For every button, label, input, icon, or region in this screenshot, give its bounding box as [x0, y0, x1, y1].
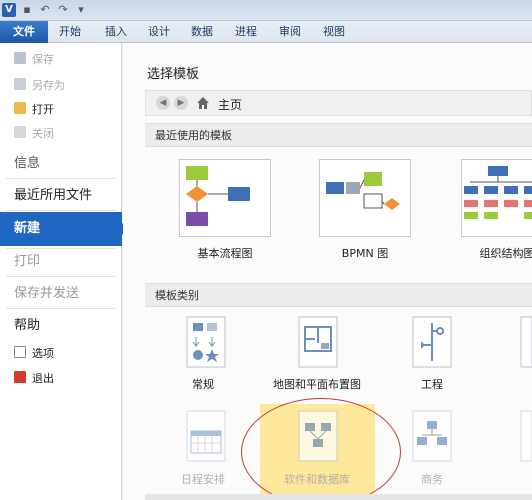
breadcrumb-home[interactable]: 主页: [218, 96, 242, 113]
nav-share[interactable]: 保存并发送: [0, 281, 122, 307]
nav-close[interactable]: 关闭: [0, 121, 122, 147]
template-gallery: 选择模板 ◀ ▶ 主页 最近使用的模板 基本流程图 BPMN 图 组织结构图 模…: [123, 43, 532, 500]
next-category-icon[interactable]: [519, 409, 532, 463]
nav-new[interactable]: 新建: [0, 212, 128, 246]
nav-save-as-label: 另存为: [32, 79, 65, 92]
nav-options-label: 选项: [32, 347, 54, 360]
category-label-maps-floorplans[interactable]: 地图和平面布置图: [257, 376, 377, 392]
save-as-icon: [14, 78, 26, 90]
general-category-icon[interactable]: [181, 315, 231, 369]
redo-icon[interactable]: ↷: [56, 3, 70, 17]
forward-icon[interactable]: ▶: [174, 96, 188, 110]
recent-label-org-chart[interactable]: 组织结构图: [447, 245, 532, 261]
visio-app-icon[interactable]: V: [2, 3, 16, 17]
nav-info[interactable]: 信息: [0, 151, 122, 177]
nav-exit[interactable]: 退出: [0, 366, 122, 392]
nav-open-label: 打开: [32, 103, 54, 116]
tab-review[interactable]: 审阅: [274, 21, 306, 43]
nav-recent[interactable]: 最近所用文件: [0, 183, 122, 209]
recent-template-basic-flowchart[interactable]: [179, 159, 271, 237]
save-icon[interactable]: ▪: [20, 3, 34, 17]
nav-divider: [6, 276, 116, 277]
nav-help[interactable]: 帮助: [0, 313, 122, 339]
nav-divider: [6, 210, 116, 211]
engineering-category-icon[interactable]: [407, 315, 457, 369]
breadcrumb: ◀ ▶ 主页: [145, 90, 532, 116]
category-label-schedule[interactable]: 日程安排: [143, 471, 263, 487]
org-chart-thumbnail-icon: [464, 166, 532, 219]
recent-templates-header: 最近使用的模板: [145, 123, 532, 147]
backstage-nav: 保存 另存为 打开 关闭 信息 最近所用文件 新建 打印 保存并发送 帮助 选项…: [0, 43, 128, 500]
options-icon: [14, 346, 26, 358]
maps-floorplans-category-icon[interactable]: [293, 315, 343, 369]
recent-template-org-chart[interactable]: [461, 159, 532, 237]
customize-icon[interactable]: ▾: [74, 3, 88, 17]
nav-save[interactable]: 保存: [0, 47, 122, 73]
tab-design[interactable]: 设计: [143, 21, 175, 43]
nav-divider: [6, 178, 116, 179]
nav-open[interactable]: 打开: [0, 97, 122, 123]
recent-template-bpmn[interactable]: [319, 159, 411, 237]
schedule-category-icon[interactable]: [181, 409, 231, 463]
tab-home[interactable]: 开始: [54, 21, 86, 43]
nav-print[interactable]: 打印: [0, 249, 122, 275]
section-footer: [145, 494, 532, 500]
tab-view[interactable]: 视图: [318, 21, 350, 43]
tab-data[interactable]: 数据: [186, 21, 218, 43]
open-folder-icon: [14, 102, 26, 114]
next-category-icon[interactable]: [519, 315, 532, 369]
undo-icon[interactable]: ↶: [38, 3, 52, 17]
close-doc-icon: [14, 126, 26, 138]
recent-label-bpmn[interactable]: BPMN 图: [305, 245, 425, 261]
nav-exit-label: 退出: [32, 372, 54, 385]
nav-save-as[interactable]: 另存为: [0, 73, 122, 99]
home-icon[interactable]: [196, 96, 210, 110]
annotation-circle: [241, 398, 401, 500]
back-icon[interactable]: ◀: [156, 96, 170, 110]
tab-process[interactable]: 进程: [230, 21, 262, 43]
bpmn-thumbnail-icon: [326, 172, 400, 210]
nav-close-label: 关闭: [32, 127, 54, 140]
exit-icon: [14, 371, 26, 383]
title-bar: V ▪ ↶ ↷ ▾: [0, 0, 532, 21]
nav-options[interactable]: 选项: [0, 341, 122, 367]
category-label-general[interactable]: 常规: [143, 376, 263, 392]
recent-label-basic-flowchart[interactable]: 基本流程图: [165, 245, 285, 261]
template-categories-header: 模板类别: [145, 283, 532, 307]
category-label-engineering[interactable]: 工程: [372, 376, 492, 392]
page-title: 选择模板: [147, 67, 200, 82]
business-category-icon[interactable]: [407, 409, 457, 463]
tab-file[interactable]: 文件: [0, 21, 48, 43]
nav-save-label: 保存: [32, 53, 54, 66]
flowchart-thumbnail-icon: [186, 166, 250, 226]
ribbon-tabs: 文件 开始 插入 设计 数据 进程 审阅 视图: [0, 21, 532, 43]
nav-divider: [6, 308, 116, 309]
save-icon: [14, 52, 26, 64]
tab-insert[interactable]: 插入: [100, 21, 132, 43]
